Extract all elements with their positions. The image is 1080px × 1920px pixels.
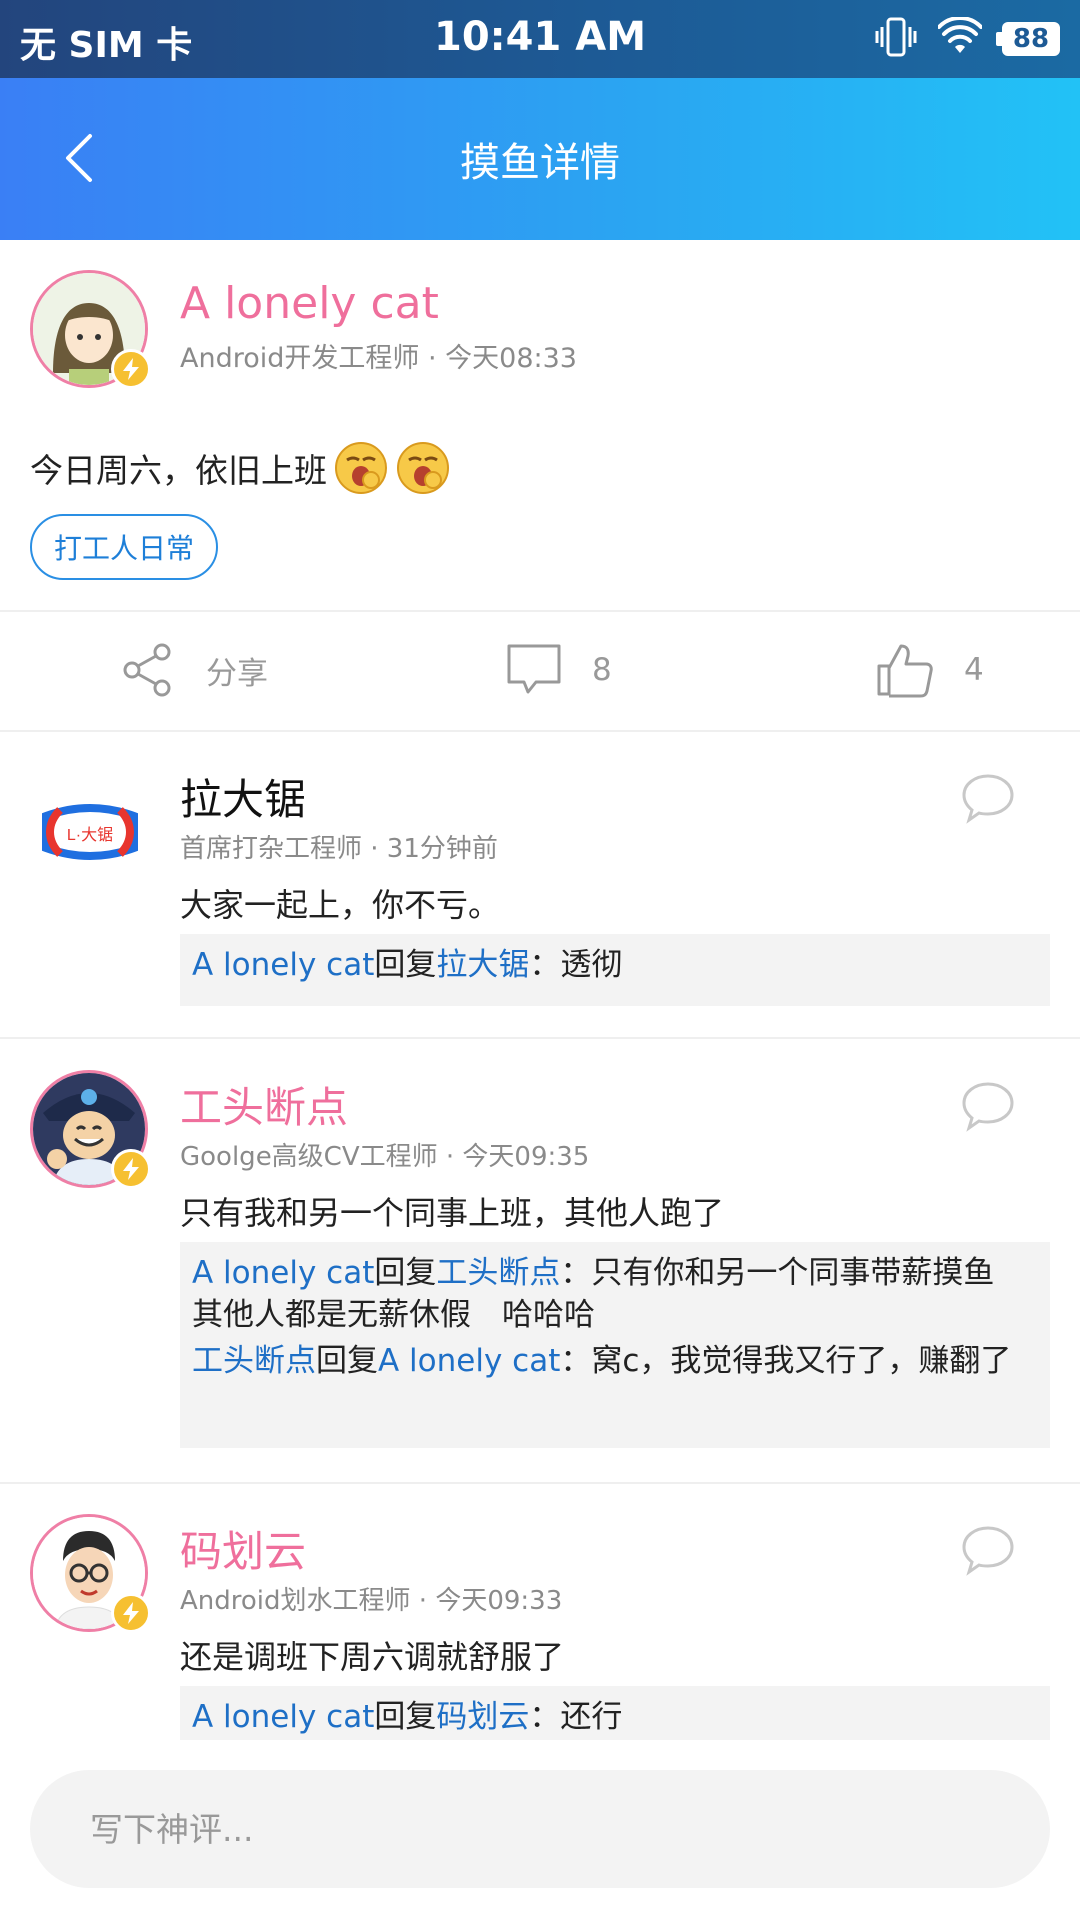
comment-bar — [0, 1740, 1080, 1920]
reply-icon[interactable] — [960, 1080, 1016, 1132]
commenter-avatar[interactable] — [30, 1070, 151, 1189]
reply-verb: 回复 — [316, 1343, 378, 1379]
comment-count: 8 — [592, 652, 612, 688]
share-button[interactable]: 分享 — [120, 610, 268, 730]
reply-from[interactable]: A lonely cat — [192, 947, 374, 983]
divider — [0, 1037, 1080, 1039]
verified-badge-icon — [111, 349, 151, 389]
svg-text:L·大锯: L·大锯 — [67, 826, 113, 844]
reply-text: ：窝c，我觉得我又行了，赚翻了 — [560, 1343, 1012, 1379]
reply-verb: 回复 — [374, 1255, 437, 1291]
comment-text: 只有我和另一个同事上班，其他人跑了 — [180, 1194, 725, 1232]
post-content: 今日周六，依旧上班 — [30, 440, 451, 496]
vibrate-icon — [874, 15, 918, 63]
reply-to[interactable]: A lonely cat — [378, 1343, 560, 1379]
reply-box: A lonely cat回复拉大锯：透彻 — [180, 934, 1050, 1006]
reply-to[interactable]: 拉大锯 — [436, 947, 529, 983]
author-meta: Android开发工程师 · 今天08:33 — [180, 343, 577, 374]
commenter-avatar[interactable] — [30, 1514, 151, 1633]
reply-box: A lonely cat回复码划云：还行 — [180, 1686, 1050, 1740]
like-icon — [877, 644, 933, 698]
reply-from[interactable]: A lonely cat — [192, 1255, 374, 1291]
commenter-avatar[interactable]: L·大锯 — [40, 782, 140, 882]
nav-bar: 摸鱼详情 — [0, 78, 1080, 240]
author-name[interactable]: A lonely cat — [180, 278, 439, 329]
battery-icon: 88 — [996, 22, 1060, 56]
verified-badge-icon — [111, 1593, 151, 1633]
wifi-icon — [937, 16, 983, 61]
like-count: 4 — [964, 652, 984, 688]
reply-to[interactable]: 工头断点 — [436, 1255, 560, 1291]
verified-badge-icon — [111, 1149, 151, 1189]
reply-text: ：还行 — [529, 1699, 623, 1735]
comment-text: 大家一起上，你不亏。 — [180, 886, 501, 924]
divider — [0, 730, 1080, 732]
top-bar: 无 SIM 卡 10:41 AM 88 摸鱼详情 — [0, 0, 1080, 240]
comment-item: 码划云 Android划水工程师 · 今天09:33 还是调班下周六调就舒服了 … — [0, 1484, 1080, 1740]
reply-verb: 回复 — [374, 947, 437, 983]
author-avatar[interactable] — [30, 270, 151, 389]
reply-line[interactable]: A lonely cat回复拉大锯：透彻 — [192, 944, 1038, 986]
reply-icon[interactable] — [960, 1524, 1016, 1576]
post-text: 今日周六，依旧上班 — [30, 451, 327, 490]
post-actions: 分享 8 4 — [0, 610, 1080, 730]
topic-tag[interactable]: 打工人日常 — [30, 514, 219, 580]
yawning-emoji-icon — [335, 442, 387, 494]
commenter-meta: Goolge高级CV工程师 · 今天09:35 — [180, 1142, 590, 1172]
commenter-name[interactable]: 码划云 — [180, 1518, 306, 1579]
comment-button[interactable]: 8 — [506, 610, 612, 730]
reply-line[interactable]: A lonely cat回复码划云：还行 — [192, 1696, 1038, 1738]
comment-icon — [507, 644, 561, 694]
commenter-name[interactable]: 拉大锯 — [180, 766, 306, 827]
reply-icon[interactable] — [960, 772, 1016, 824]
like-button[interactable]: 4 — [876, 610, 984, 730]
commenter-meta: 首席打杂工程师 · 31分钟前 — [180, 834, 498, 864]
status-bar: 无 SIM 卡 10:41 AM 88 — [0, 0, 1080, 78]
page-title: 摸鱼详情 — [460, 140, 620, 186]
reply-line[interactable]: 工头断点回复A lonely cat：窝c，我觉得我又行了，赚翻了 — [192, 1340, 1038, 1382]
comment-input[interactable] — [30, 1770, 1050, 1888]
comment-text: 还是调班下周六调就舒服了 — [180, 1638, 565, 1676]
commenter-meta: Android划水工程师 · 今天09:33 — [180, 1586, 563, 1616]
reply-from[interactable]: 工头断点 — [192, 1343, 316, 1379]
commenter-name[interactable]: 工头断点 — [180, 1074, 348, 1135]
reply-verb: 回复 — [374, 1699, 437, 1735]
reply-line[interactable]: A lonely cat回复工头断点：只有你和另一个同事带薪摸鱼 其他人都是无薪… — [192, 1252, 1038, 1336]
status-icons: 88 — [874, 16, 1060, 62]
share-label: 分享 — [206, 655, 268, 692]
yawning-emoji-icon — [397, 442, 449, 494]
reply-text: ：透彻 — [529, 947, 623, 983]
reply-box: A lonely cat回复工头断点：只有你和另一个同事带薪摸鱼 其他人都是无薪… — [180, 1242, 1050, 1448]
reply-to[interactable]: 码划云 — [436, 1699, 529, 1735]
share-icon — [123, 643, 171, 697]
reply-from[interactable]: A lonely cat — [192, 1699, 374, 1735]
